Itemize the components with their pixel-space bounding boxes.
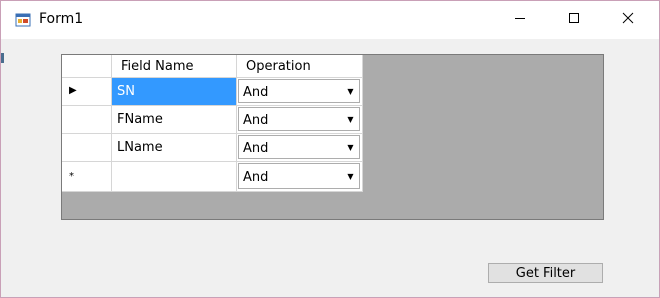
title-bar[interactable]: Form1 (1, 1, 659, 39)
operation-value: And (243, 113, 269, 128)
field-name-cell[interactable] (112, 162, 237, 192)
maximize-button[interactable] (551, 1, 597, 39)
column-header-label: Operation (246, 59, 311, 74)
new-row-asterisk-icon: * (69, 171, 74, 182)
chevron-down-icon[interactable]: ▼ (342, 164, 359, 188)
filter-data-grid[interactable]: Field Name Operation ▶ SN And ▼ FName An… (61, 54, 604, 220)
operation-dropdown[interactable]: And ▼ (238, 79, 360, 103)
chevron-down-icon[interactable]: ▼ (342, 136, 359, 158)
column-header-field-name[interactable]: Field Name (112, 55, 237, 78)
form-app-icon[interactable] (15, 12, 31, 28)
row-header[interactable] (62, 106, 112, 134)
minimize-button[interactable] (497, 1, 543, 39)
grid-corner-header[interactable] (62, 55, 112, 78)
window-title: Form1 (39, 11, 84, 27)
current-row-arrow-icon: ▶ (69, 85, 77, 96)
operation-value: And (243, 85, 269, 100)
chevron-down-icon[interactable]: ▼ (342, 108, 359, 130)
field-name-cell[interactable]: FName (112, 106, 237, 134)
field-name-cell[interactable]: SN (112, 78, 237, 106)
row-header[interactable] (62, 134, 112, 162)
operation-value: And (243, 170, 269, 185)
maximize-icon (568, 12, 580, 28)
operation-cell[interactable]: And ▼ (237, 106, 363, 134)
field-name-value: SN (117, 84, 135, 99)
operation-dropdown[interactable]: And ▼ (238, 107, 360, 131)
get-filter-button[interactable]: Get Filter (488, 263, 603, 283)
operation-dropdown[interactable]: And ▼ (238, 135, 360, 159)
form-window: Form1 Field Name Operation ▶ SN And ▼ FN… (0, 0, 660, 298)
minimize-icon (514, 12, 526, 28)
field-name-value: FName (117, 112, 163, 127)
field-name-cell[interactable]: LName (112, 134, 237, 162)
operation-cell[interactable]: And ▼ (237, 162, 363, 192)
left-edge-mark (1, 53, 4, 63)
operation-value: And (243, 141, 269, 156)
operation-cell[interactable]: And ▼ (237, 78, 363, 106)
operation-dropdown[interactable]: And ▼ (238, 163, 360, 189)
operation-cell[interactable]: And ▼ (237, 134, 363, 162)
field-name-value: LName (117, 140, 163, 155)
row-header[interactable]: * (62, 162, 112, 192)
close-icon (622, 12, 634, 28)
row-header[interactable]: ▶ (62, 78, 112, 106)
chevron-down-icon[interactable]: ▼ (342, 80, 359, 102)
close-button[interactable] (605, 1, 651, 39)
column-header-label: Field Name (121, 59, 194, 74)
column-header-operation[interactable]: Operation (237, 55, 363, 78)
